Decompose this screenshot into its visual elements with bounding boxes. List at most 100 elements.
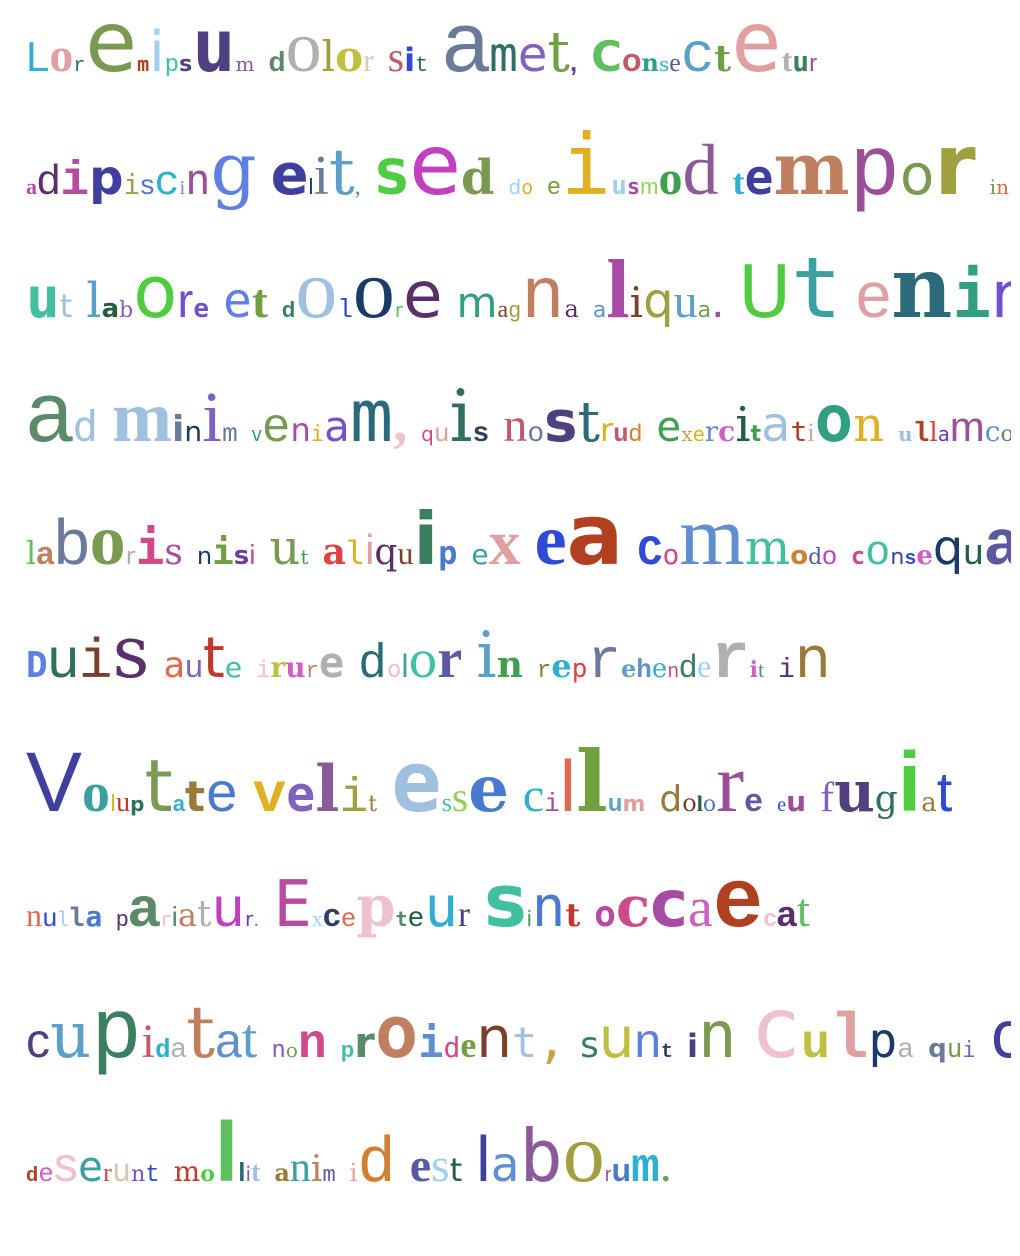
collage-letter: q	[643, 273, 674, 329]
collage-letter: b	[54, 506, 90, 578]
collage-letter: c	[750, 986, 802, 1077]
collage-letter: i	[212, 532, 234, 573]
collage-letter: t	[565, 896, 581, 934]
collage-letter: i	[249, 539, 256, 570]
collage-letter: r	[305, 659, 319, 684]
collage-letter: t	[184, 772, 206, 821]
collage-letter: r	[536, 658, 552, 685]
collage-letter: n	[503, 399, 528, 452]
collage-letter: u	[801, 1018, 830, 1072]
word: sit	[388, 37, 429, 79]
collage-letter: s	[140, 169, 155, 200]
word: Excepteur	[273, 873, 470, 937]
collage-letter: a	[170, 1032, 187, 1063]
collage-letter: u	[946, 1034, 963, 1064]
word: aute	[163, 631, 242, 687]
collage-letter: d	[628, 420, 643, 447]
letter-collage: Loremipsumdolorsitamet,Consectetur adipi…	[0, 0, 1020, 1256]
collage-letter: d	[808, 545, 823, 570]
collage-letter: a	[322, 531, 346, 573]
collage-letter: p	[164, 52, 180, 79]
word: proident,	[341, 996, 566, 1068]
collage-letter: e	[77, 1142, 104, 1191]
collage-letter: o	[814, 383, 854, 457]
collage-letter: o	[658, 152, 683, 205]
collage-letter: s	[484, 863, 527, 943]
collage-letter: e	[205, 764, 239, 828]
collage-letter: ,	[569, 47, 578, 77]
collage-letter: o	[386, 655, 402, 683]
word: quis	[421, 380, 489, 452]
collage-letter: r	[73, 55, 86, 78]
collage-letter: a	[983, 512, 1011, 584]
collage-letter: e	[403, 259, 443, 333]
collage-letter: r	[711, 625, 750, 697]
poem-line: adminimveniam,quisnostrudexercitationull…	[26, 370, 1011, 480]
collage-letter: o	[285, 1038, 298, 1062]
collage-letter: n	[853, 397, 885, 453]
word: eiusmod	[547, 123, 718, 207]
collage-letter: i	[687, 1027, 699, 1065]
collage-letter: i	[60, 155, 90, 209]
collage-letter: u	[424, 875, 459, 940]
collage-letter: e	[855, 259, 892, 331]
collage-letter: s	[580, 1025, 599, 1066]
collage-letter: r	[458, 894, 471, 934]
collage-letter: u	[898, 422, 913, 446]
word: aliqua.	[593, 248, 725, 332]
poem-line: nullapariatur.Excepteursintoccaecat	[26, 863, 1011, 973]
word: dolor	[269, 11, 374, 83]
word: ex	[471, 511, 520, 575]
word: ullamco	[898, 406, 1011, 449]
collage-letter: a	[26, 370, 73, 459]
collage-letter: i	[349, 1159, 358, 1187]
collage-letter: t	[750, 422, 762, 447]
collage-letter: ,	[393, 392, 408, 454]
collage-letter: o	[133, 250, 178, 334]
collage-letter: t	[196, 894, 212, 935]
collage-letter: u	[613, 419, 629, 449]
collage-letter: r	[934, 123, 976, 214]
poem-line: Duisauteiruredolorinreprehenderitin	[26, 616, 1011, 726]
collage-letter: n	[634, 1015, 662, 1068]
word: in	[687, 1004, 737, 1068]
collage-letter: t	[577, 390, 600, 455]
collage-letter: q	[421, 422, 434, 446]
collage-letter: a	[897, 1035, 915, 1066]
collage-letter: a	[324, 402, 350, 451]
collage-letter: d	[281, 297, 296, 322]
collage-letter: q	[932, 520, 964, 576]
word: irure	[256, 642, 344, 684]
word: anim	[274, 1147, 335, 1189]
collage-letter: r	[600, 411, 614, 449]
collage-letter: a	[697, 298, 712, 323]
collage-letter: r	[245, 907, 254, 931]
collage-letter: i	[476, 619, 497, 693]
collage-letter: n	[496, 644, 523, 686]
collage-letter: t	[251, 1157, 261, 1188]
word: Commodo	[637, 495, 836, 579]
collage-letter: L	[26, 33, 50, 80]
word: veniam,	[252, 380, 407, 453]
collage-letter: u	[433, 419, 450, 449]
collage-letter: e	[651, 654, 668, 684]
collage-letter: n	[698, 999, 737, 1073]
collage-letter: u	[611, 171, 627, 201]
collage-letter: t	[449, 1151, 463, 1189]
poem-line: deseruntmollitanimidestlaborum.	[26, 1110, 1011, 1220]
collage-letter: o	[89, 500, 126, 580]
collage-letter: C	[637, 529, 663, 577]
word: ad	[26, 370, 98, 454]
collage-letter: n	[890, 545, 905, 570]
collage-letter: U	[738, 250, 792, 334]
collage-letter: a	[776, 893, 797, 934]
collage-letter: o	[702, 792, 717, 817]
poem-line: adipiscingelit,Seddoeiusmodtemporincidid…	[26, 123, 1011, 233]
collage-letter: r	[809, 50, 818, 77]
collage-letter: l	[86, 273, 102, 329]
collage-letter: S	[374, 150, 410, 206]
collage-letter: e	[547, 173, 561, 200]
collage-letter: p	[438, 534, 458, 572]
word: mollit	[174, 1110, 261, 1194]
word: elit,	[271, 141, 361, 205]
